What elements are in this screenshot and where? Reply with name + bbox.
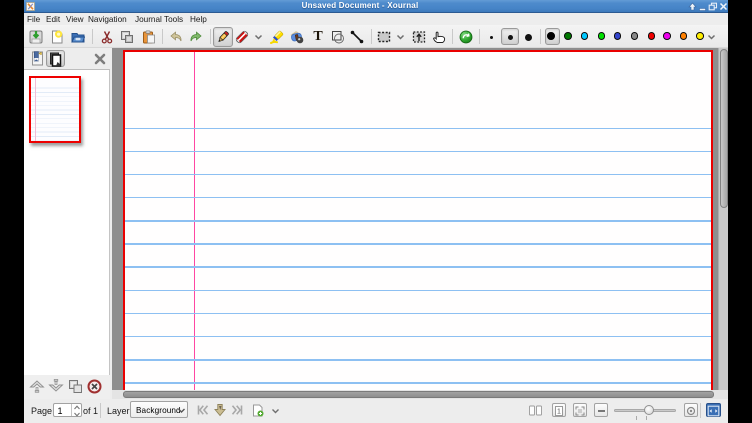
svg-text:1: 1 bbox=[557, 409, 561, 416]
